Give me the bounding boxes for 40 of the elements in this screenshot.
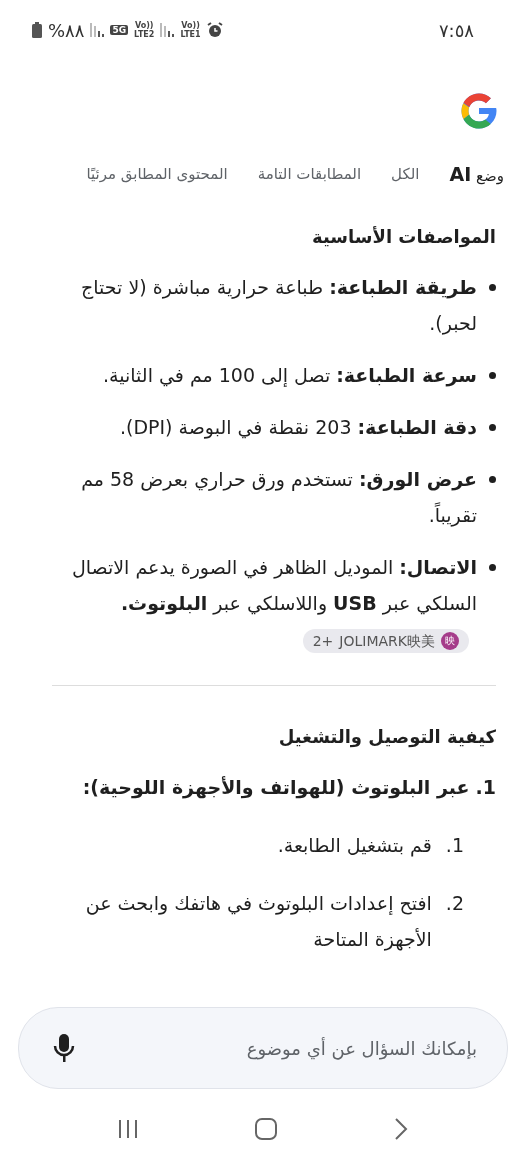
step-number: 2. <box>445 891 464 916</box>
battery-percent: %٨٨ <box>48 19 85 41</box>
clock-time: ٧:٥٨ <box>438 19 474 41</box>
lte-label: LTE2 <box>134 30 155 39</box>
source-chip[interactable]: 2+ JOLIMARK映美 映 <box>302 628 469 653</box>
microphone-icon[interactable] <box>53 1033 75 1063</box>
recent-apps-icon[interactable] <box>117 1118 140 1140</box>
bullet-text: عرض الورق: تستخدم ورق حراري بعرض 58 مم تقريباً. <box>80 467 477 529</box>
source-name: JOLIMARK映美 <box>339 631 435 651</box>
alarm-icon <box>206 22 223 38</box>
home-icon[interactable] <box>254 1117 278 1141</box>
signal-icon <box>90 23 105 37</box>
source-logo: 映 <box>441 631 459 650</box>
step-text: قم بتشغيل الطابعة. <box>277 833 432 859</box>
search-tab[interactable]: المحتوى المطابق مرئيًا <box>86 165 228 183</box>
bullet-icon <box>489 424 496 431</box>
search-tab[interactable]: الكل <box>391 165 420 183</box>
step-number: 1. <box>445 833 464 858</box>
network-type: 5G <box>110 25 129 35</box>
step-text: عبر البلوتوث (للهواتف والأجهزة اللوحية): <box>82 775 470 801</box>
section-heading: المواصفات الأساسية <box>311 226 496 247</box>
lte-label: LTE1 <box>180 30 201 39</box>
step-number: 1. <box>475 775 496 800</box>
bullet-icon <box>489 284 496 291</box>
signal-icon <box>160 23 175 37</box>
step-text: افتح إعدادات البلوتوث في هاتفك وابحث عن الأجهزة المتاحة <box>84 891 432 953</box>
section-heading: كيفية التوصيل والتشغيل <box>277 726 496 747</box>
bullet-icon <box>489 564 496 571</box>
bullet-text: سرعة الطباعة: تصل إلى 100 مم في الثانية. <box>103 363 477 389</box>
volte-label: Vo)) <box>134 21 154 30</box>
battery-icon <box>32 22 42 38</box>
bullet-text: طريقة الطباعة: طباعة حرارية مباشرة (لا تحتاج لحبر). <box>80 275 477 337</box>
bullet-text: دقة الطباعة: 203 نقطة في البوصة (DPI). <box>119 415 477 441</box>
volte-label: Vo)) <box>181 21 200 30</box>
source-count: 2+ <box>312 631 334 651</box>
bullet-icon <box>489 476 496 483</box>
search-tab[interactable]: المطابقات التامة <box>257 165 362 183</box>
bullet-icon <box>489 372 496 379</box>
search-field[interactable]: بإمكانك السؤال عن أي موضوع <box>18 1007 508 1089</box>
back-icon[interactable] <box>392 1117 409 1141</box>
